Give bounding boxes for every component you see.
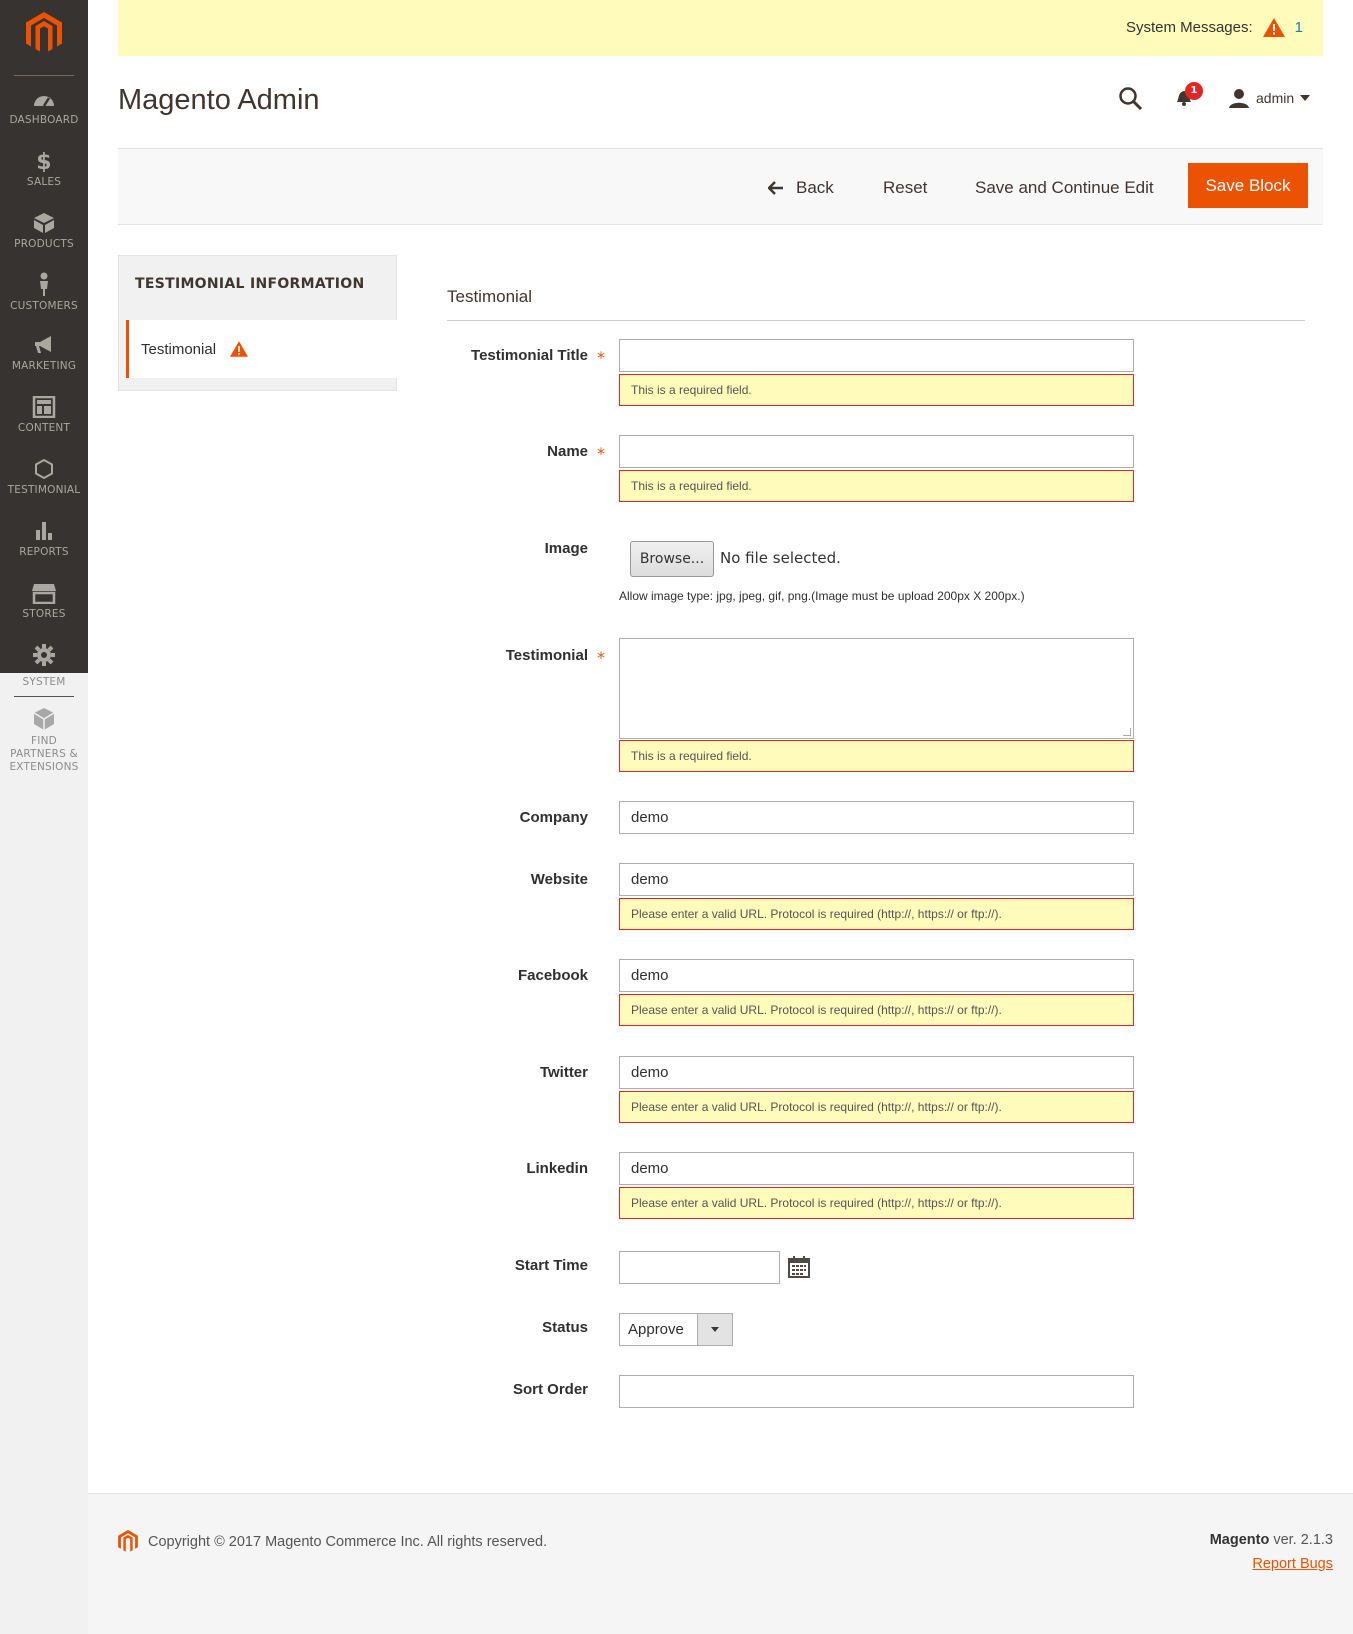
start-time-input[interactable] <box>619 1251 780 1284</box>
status-label: Status <box>542 1319 588 1336</box>
linkedin-label: Linkedin <box>526 1160 588 1177</box>
company-label: Company <box>519 809 588 826</box>
linkedin-input[interactable]: demo <box>619 1152 1134 1185</box>
image-label: Image <box>544 540 588 557</box>
form-tabs: TESTIMONIAL INFORMATION Testimonial <box>118 255 398 391</box>
calendar-icon[interactable] <box>788 1256 810 1278</box>
bar-chart-icon <box>36 522 52 540</box>
save-block-button[interactable]: Save Block <box>1188 163 1308 208</box>
section-title: Testimonial <box>447 287 533 306</box>
nav-content[interactable]: CONTENT <box>0 396 88 435</box>
reset-button[interactable]: Reset <box>883 178 927 198</box>
required-mark: * <box>597 444 605 463</box>
sidebar-divider <box>14 696 74 697</box>
copyright-text: Copyright © 2017 Magento Commerce Inc. A… <box>148 1533 548 1550</box>
linkedin-error: Please enter a valid URL. Protocol is re… <box>619 1187 1134 1219</box>
nav-find-partners[interactable]: FIND PARTNERS & EXTENSIONS <box>0 707 88 774</box>
dollar-icon: $ <box>36 150 52 172</box>
testimonial-label: Testimonial <box>505 647 588 664</box>
nav-system[interactable] <box>0 643 88 671</box>
no-file-text: No file selected. <box>720 549 841 567</box>
section-divider <box>447 320 1305 321</box>
website-input[interactable]: demo <box>619 863 1134 896</box>
nav-marketing[interactable]: MARKETING <box>0 334 88 373</box>
hexagon-icon <box>35 458 53 480</box>
svg-text:$: $ <box>36 150 52 172</box>
nav-reports[interactable]: REPORTS <box>0 520 88 559</box>
image-hint: Allow image type: jpg, jpeg, gif, png.(I… <box>619 589 1025 603</box>
start-time-label: Start Time <box>514 1257 588 1274</box>
magento-logo-icon <box>118 1530 138 1552</box>
dashboard-icon <box>34 96 54 107</box>
store-icon <box>32 584 56 604</box>
nav-dashboard[interactable]: DASHBOARD <box>0 90 88 127</box>
system-messages-count[interactable]: 1 <box>1295 19 1303 36</box>
chevron-down-icon <box>1300 95 1311 101</box>
save-continue-button[interactable]: Save and Continue Edit <box>975 178 1154 198</box>
admin-sidebar: DASHBOARD $ SALES PRODUCTS CUSTOMERS MAR… <box>0 0 88 673</box>
gear-icon <box>33 644 55 666</box>
facebook-label: Facebook <box>517 967 588 984</box>
chevron-down-icon <box>697 1314 732 1345</box>
twitter-input[interactable]: demo <box>619 1056 1134 1089</box>
user-menu[interactable]: admin <box>1228 88 1311 108</box>
magento-logo-icon[interactable] <box>26 12 62 54</box>
nav-sales[interactable]: $ SALES <box>0 150 88 189</box>
testimonial-title-error: This is a required field. <box>619 374 1134 406</box>
name-label: Name <box>547 443 588 460</box>
warning-icon[interactable] <box>1262 18 1285 37</box>
facebook-error: Please enter a valid URL. Protocol is re… <box>619 994 1134 1026</box>
page-title: Magento Admin <box>118 84 320 116</box>
nav-stores[interactable]: STORES <box>0 582 88 621</box>
twitter-error: Please enter a valid URL. Protocol is re… <box>619 1091 1134 1123</box>
status-select[interactable]: Approve <box>619 1313 733 1346</box>
arrow-left-icon <box>768 181 783 195</box>
nav-customers[interactable]: CUSTOMERS <box>0 272 88 313</box>
sidebar-lower: SYSTEM FIND PARTNERS & EXTENSIONS <box>0 673 88 1634</box>
facebook-input[interactable]: demo <box>619 959 1134 992</box>
sidebar-divider <box>14 75 74 76</box>
tabs-title: TESTIMONIAL INFORMATION <box>135 276 365 292</box>
user-icon <box>1229 89 1249 108</box>
sort-order-label: Sort Order <box>512 1381 588 1398</box>
nav-system-label[interactable]: SYSTEM <box>0 676 88 689</box>
search-icon[interactable] <box>1118 86 1144 112</box>
name-input[interactable] <box>619 435 1134 468</box>
page-footer: Copyright © 2017 Magento Commerce Inc. A… <box>88 1493 1353 1634</box>
company-input[interactable]: demo <box>619 801 1134 834</box>
testimonial-textarea[interactable] <box>619 638 1134 739</box>
sort-order-input[interactable] <box>619 1375 1134 1408</box>
testimonial-title-label: Testimonial Title <box>471 347 588 364</box>
testimonial-error: This is a required field. <box>619 740 1134 772</box>
version-text: Magento ver. 2.1.3 <box>1209 1532 1333 1548</box>
user-name: admin <box>1256 90 1295 106</box>
notification-badge: 1 <box>1185 82 1203 100</box>
cubes-icon <box>33 708 55 730</box>
browse-button[interactable]: Browse... <box>630 541 714 577</box>
back-button[interactable]: Back <box>768 178 834 198</box>
system-messages-label: System Messages: <box>1125 19 1253 36</box>
resize-handle[interactable] <box>1123 728 1131 736</box>
name-error: This is a required field. <box>619 470 1134 502</box>
system-messages-bar: System Messages: 1 <box>118 0 1323 56</box>
testimonial-title-input[interactable] <box>619 339 1134 372</box>
tab-testimonial[interactable]: Testimonial <box>126 320 398 378</box>
warning-icon <box>230 341 249 357</box>
person-icon <box>40 272 48 296</box>
notifications-button[interactable]: 1 <box>1173 82 1203 112</box>
website-error: Please enter a valid URL. Protocol is re… <box>619 898 1134 930</box>
twitter-label: Twitter <box>539 1064 588 1081</box>
page-actions-bar: Back Reset Save and Continue Edit Save B… <box>118 148 1323 225</box>
box-icon <box>34 213 54 233</box>
nav-testimonial[interactable]: TESTIMONIAL <box>0 458 88 497</box>
required-mark: * <box>597 348 605 367</box>
required-mark: * <box>597 648 605 667</box>
megaphone-icon <box>35 336 51 353</box>
layout-icon <box>32 396 56 418</box>
nav-products[interactable]: PRODUCTS <box>0 212 88 251</box>
website-label: Website <box>530 871 588 888</box>
report-bugs-link[interactable]: Report Bugs <box>1252 1556 1333 1572</box>
